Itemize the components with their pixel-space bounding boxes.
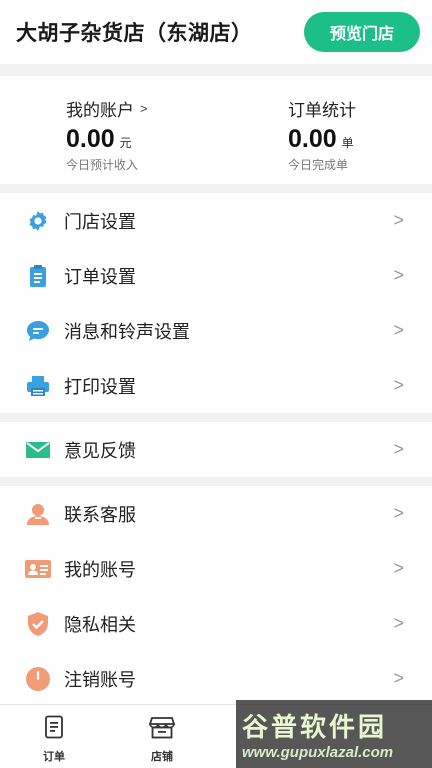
store-name: 大胡子杂货店（东湖店）	[16, 22, 253, 45]
account-subtitle: 今日预计收入	[66, 158, 139, 172]
orders-unit: 单	[341, 136, 354, 150]
support-agent-icon	[24, 500, 52, 528]
shield-check-icon	[24, 610, 52, 638]
chevron-right-icon: >	[393, 503, 404, 523]
header: 大胡子杂货店（东湖店） 预览门店	[0, 0, 432, 64]
menu-label: 注销账号	[64, 669, 136, 690]
menu-label: 联系客服	[64, 504, 136, 525]
orders-value: 0.00	[288, 125, 337, 153]
shop-icon	[148, 715, 176, 744]
tab-label: 订单	[43, 751, 65, 763]
menu-label: 消息和铃声设置	[64, 321, 190, 342]
menu-label: 门店设置	[64, 211, 136, 232]
divider	[0, 64, 432, 76]
menu-label: 隐私相关	[64, 614, 136, 635]
power-icon	[24, 665, 52, 693]
menu-label: 打印设置	[64, 376, 136, 397]
menu-feedback[interactable]: 意见反馈 >	[0, 422, 432, 477]
menu-store-settings[interactable]: 门店设置 >	[0, 193, 432, 248]
menu-my-account[interactable]: 我的账号 >	[0, 541, 432, 596]
menu-print-settings[interactable]: 打印设置 >	[0, 358, 432, 413]
watermark-url: www.gupuxlazal.com	[242, 744, 394, 761]
tab-shop[interactable]: 店铺	[108, 705, 216, 768]
tab-orders[interactable]: 订单	[0, 705, 108, 768]
chevron-right-icon: >	[393, 613, 404, 633]
menu-label: 订单设置	[64, 266, 136, 287]
printer-icon	[24, 372, 52, 400]
watermark: 谷普软件园 www.gupuxlazal.com	[236, 700, 432, 768]
menu-label: 我的账号	[64, 559, 136, 580]
watermark-title: 谷普软件园	[242, 712, 388, 742]
order-document-icon	[43, 715, 65, 744]
preview-store-button[interactable]: 预览门店	[304, 12, 420, 52]
chevron-right-icon: >	[393, 668, 404, 688]
account-stat[interactable]: 我的账户 > 0.00 元 今日预计收入	[0, 76, 210, 184]
envelope-icon	[24, 436, 52, 464]
account-title: 我的账户	[66, 101, 134, 120]
divider	[0, 477, 432, 486]
menu-label: 意见反馈	[64, 440, 136, 461]
account-unit: 元	[119, 136, 132, 150]
orders-stat[interactable]: 订单统计 0.00 单 今日完成单	[210, 76, 432, 184]
chevron-right-icon: >	[140, 101, 148, 116]
menu-order-settings[interactable]: 订单设置 >	[0, 248, 432, 303]
menu-privacy[interactable]: 隐私相关 >	[0, 596, 432, 651]
gear-icon	[24, 207, 52, 235]
menu-contact-support[interactable]: 联系客服 >	[0, 486, 432, 541]
stats-panel: 我的账户 > 0.00 元 今日预计收入 订单统计 0.00 单 今日完成单	[0, 76, 432, 184]
chevron-right-icon: >	[393, 558, 404, 578]
chevron-right-icon: >	[393, 375, 404, 395]
menu-message-settings[interactable]: 消息和铃声设置 >	[0, 303, 432, 358]
account-value: 0.00	[66, 125, 115, 153]
chevron-right-icon: >	[393, 210, 404, 230]
clipboard-icon	[24, 262, 52, 290]
divider	[0, 413, 432, 422]
tab-label: 店铺	[151, 751, 173, 763]
chat-bubble-icon	[24, 317, 52, 345]
chevron-right-icon: >	[393, 265, 404, 285]
id-card-icon	[24, 555, 52, 583]
orders-title: 订单统计	[288, 101, 356, 120]
menu-deactivate-account[interactable]: 注销账号 >	[0, 651, 432, 706]
chevron-right-icon: >	[393, 439, 404, 459]
orders-subtitle: 今日完成单	[288, 158, 349, 172]
divider	[0, 184, 432, 193]
chevron-right-icon: >	[393, 320, 404, 340]
